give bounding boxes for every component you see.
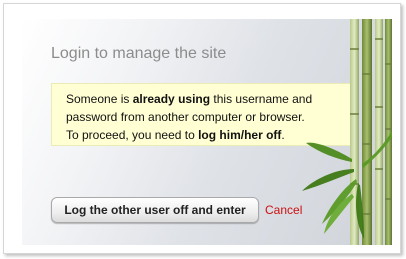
dialog-frame: Login to manage the site Someone is alre… [3, 3, 401, 254]
log-off-and-enter-button[interactable]: Log the other user off and enter [51, 197, 259, 223]
bamboo-illustration [302, 19, 392, 245]
dialog-panel: Login to manage the site Someone is alre… [22, 19, 392, 245]
page-title: Login to manage the site [51, 45, 227, 62]
